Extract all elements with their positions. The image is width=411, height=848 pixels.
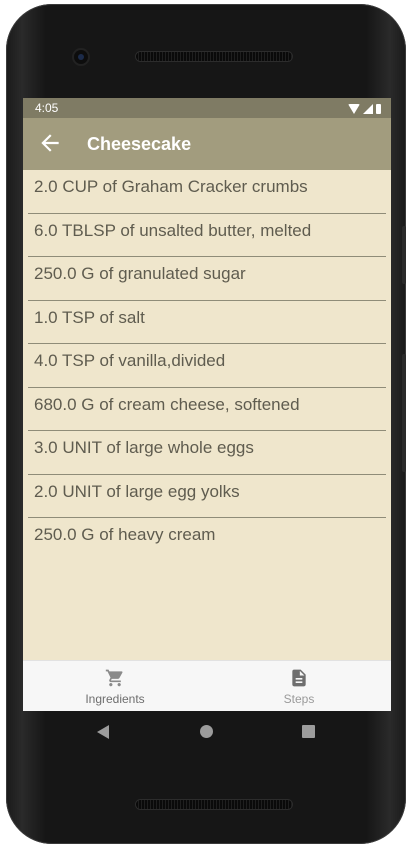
document-icon bbox=[292, 669, 306, 687]
cart-icon bbox=[105, 669, 123, 687]
tab-ingredients[interactable]: Ingredients bbox=[23, 661, 207, 711]
ingredient-list: 2.0 CUP of Graham Cracker crumbs 6.0 TBL… bbox=[23, 170, 391, 562]
page-title: Cheesecake bbox=[87, 134, 192, 154]
list-item: 250.0 G of heavy cream bbox=[34, 525, 216, 544]
status-icons bbox=[348, 102, 381, 114]
list-item: 3.0 UNIT of large whole eggs bbox=[28, 431, 386, 475]
list-item: 6.0 TBLSP of unsalted butter, melted bbox=[28, 214, 386, 257]
list-item: 250.0 G of granulated sugar bbox=[28, 257, 386, 301]
list-item: 2.0 CUP of Graham Cracker crumbs bbox=[28, 170, 386, 214]
bottom-navigation: Ingredients Steps bbox=[23, 660, 391, 711]
app-bar: Cheesecake bbox=[23, 118, 391, 170]
signal-icon bbox=[363, 104, 373, 114]
system-navigation-bar bbox=[23, 711, 391, 753]
front-camera bbox=[74, 50, 88, 64]
status-time: 4:05 bbox=[35, 101, 59, 115]
app-screen: 4:05 Cheesecake 2.0 CUP of Graham Cracke… bbox=[23, 98, 391, 711]
top-speaker bbox=[136, 52, 292, 61]
bottom-speaker bbox=[136, 800, 292, 809]
volume-button bbox=[402, 354, 406, 472]
tab-ingredients-label: Ingredients bbox=[85, 692, 145, 706]
list-item: 2.0 UNIT of large egg yolks bbox=[28, 475, 386, 518]
wifi-icon bbox=[348, 104, 360, 114]
arrow-left-icon[interactable] bbox=[37, 130, 63, 156]
recents-square-icon[interactable] bbox=[302, 725, 315, 738]
battery-icon bbox=[376, 104, 381, 114]
power-button bbox=[402, 226, 406, 284]
list-item: 680.0 G of cream cheese, softened bbox=[28, 388, 386, 431]
list-item: 4.0 TSP of vanilla,divided bbox=[28, 344, 386, 388]
status-bar: 4:05 bbox=[23, 98, 391, 118]
back-triangle-icon[interactable] bbox=[97, 725, 109, 739]
list-item: 1.0 TSP of salt bbox=[28, 301, 386, 344]
tab-steps-label: Steps bbox=[283, 692, 315, 706]
tab-steps[interactable]: Steps bbox=[207, 661, 391, 711]
home-circle-icon[interactable] bbox=[200, 725, 213, 738]
